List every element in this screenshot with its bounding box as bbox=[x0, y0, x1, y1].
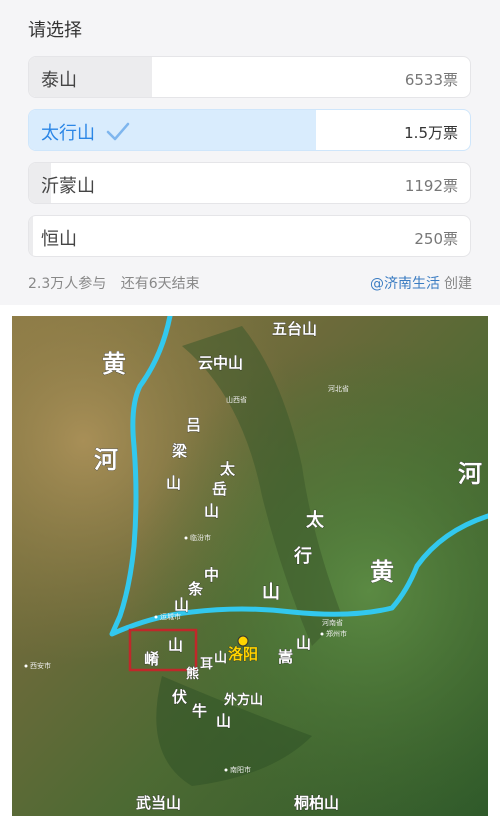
city-dot-yuncheng bbox=[154, 615, 158, 619]
checkmark-icon bbox=[106, 122, 130, 141]
label-he-right: 河 bbox=[458, 459, 482, 488]
poll-option-yimengshan[interactable]: 沂蒙山 1192票 bbox=[28, 162, 471, 204]
poll-creator: @济南生活 创建 bbox=[370, 273, 472, 293]
label-lvliang-1: 吕 bbox=[186, 416, 201, 434]
city-dot-linfen bbox=[184, 536, 188, 540]
creator-suffix: 创建 bbox=[444, 276, 472, 292]
label-shanxi: 山西省 bbox=[226, 395, 247, 404]
option-label: 沂蒙山 bbox=[41, 176, 95, 197]
poll-card: 请选择 泰山 6533票 太行山 1.5万票 沂蒙山 1192票 恒山 250票… bbox=[0, 0, 500, 305]
vote-count: 6533票 bbox=[404, 71, 458, 89]
label-yaoshan-2: 山 bbox=[168, 636, 183, 654]
poll-option-hengshan[interactable]: 恒山 250票 bbox=[28, 215, 471, 257]
label-xionger-3: 山 bbox=[214, 650, 227, 666]
option-label: 恒山 bbox=[41, 229, 77, 250]
label-yuncheng: 运城市 bbox=[160, 612, 181, 621]
label-songshan-1: 嵩 bbox=[278, 648, 293, 666]
time-remaining: 还有6天结束 bbox=[120, 276, 200, 292]
label-linfen: 临汾市 bbox=[190, 533, 211, 542]
label-yunzhongshan: 云中山 bbox=[198, 354, 243, 372]
label-taihang-1: 太 bbox=[306, 509, 325, 531]
label-wutaishan: 五台山 bbox=[272, 320, 317, 338]
label-xian: 西安市 bbox=[30, 661, 51, 670]
label-zhengzhou: 郑州市 bbox=[326, 629, 347, 638]
label-waifang: 外方山 bbox=[223, 692, 263, 708]
participant-count: 2.3万人参与 bbox=[28, 276, 107, 292]
label-songshan-2: 山 bbox=[296, 634, 311, 652]
label-zhongtiao-1: 中 bbox=[204, 566, 219, 584]
label-luoyang: 洛阳 bbox=[228, 645, 258, 663]
city-dot-xian bbox=[24, 664, 28, 668]
label-hebei: 河北省 bbox=[328, 384, 349, 393]
label-taiyue-2: 岳 bbox=[212, 480, 227, 498]
city-dot-zhengzhou bbox=[320, 632, 324, 636]
label-tongbai: 桐柏山 bbox=[294, 794, 339, 812]
poll-option-taishan[interactable]: 泰山 6533票 bbox=[28, 56, 471, 98]
label-huang-left: 黄 bbox=[102, 349, 126, 378]
label-funiu-3: 山 bbox=[216, 712, 231, 730]
label-yaoshan-1: 崤 bbox=[144, 650, 159, 668]
label-funiu-1: 伏 bbox=[172, 688, 187, 706]
label-xionger-1: 熊 bbox=[186, 666, 199, 682]
satellite-map: 五台山 云中山 吕 梁 山 太 岳 山 太 行 山 中 条 山 崤 山 洛阳 嵩… bbox=[12, 316, 488, 816]
poll-meta: 2.3万人参与 还有6天结束 bbox=[28, 273, 210, 293]
label-he-left: 河 bbox=[94, 445, 118, 474]
label-huang-right: 黄 bbox=[370, 557, 394, 586]
city-dot-nanyang bbox=[224, 768, 228, 772]
vote-count: 1.5万票 bbox=[404, 124, 458, 142]
label-funiu-2: 牛 bbox=[192, 702, 207, 720]
poll-option-taihangshan[interactable]: 太行山 1.5万票 bbox=[28, 109, 471, 151]
label-taiyue-1: 太 bbox=[220, 460, 236, 478]
label-nanyang: 南阳市 bbox=[230, 765, 251, 774]
vote-share-bar bbox=[29, 216, 34, 256]
label-henan: 河南省 bbox=[322, 618, 343, 627]
creator-link[interactable]: @济南生活 bbox=[370, 276, 440, 292]
label-zhongtiao-2: 条 bbox=[187, 580, 204, 598]
vote-count: 250票 bbox=[414, 230, 458, 248]
label-lvliang-3: 山 bbox=[166, 474, 181, 492]
label-zhongtiao-3: 山 bbox=[174, 596, 189, 614]
label-wudang: 武当山 bbox=[136, 794, 181, 812]
option-label: 泰山 bbox=[41, 70, 77, 91]
label-taihang-2: 行 bbox=[293, 545, 312, 567]
label-lvliang-2: 梁 bbox=[171, 442, 188, 460]
poll-title: 请选择 bbox=[28, 20, 82, 41]
map-canvas: 五台山 云中山 吕 梁 山 太 岳 山 太 行 山 中 条 山 崤 山 洛阳 嵩… bbox=[12, 316, 488, 816]
label-xionger-2: 耳 bbox=[200, 657, 213, 672]
vote-count: 1192票 bbox=[404, 177, 458, 195]
option-label: 太行山 bbox=[41, 123, 95, 144]
label-taihang-3: 山 bbox=[262, 582, 280, 603]
label-taiyue-3: 山 bbox=[204, 502, 219, 520]
